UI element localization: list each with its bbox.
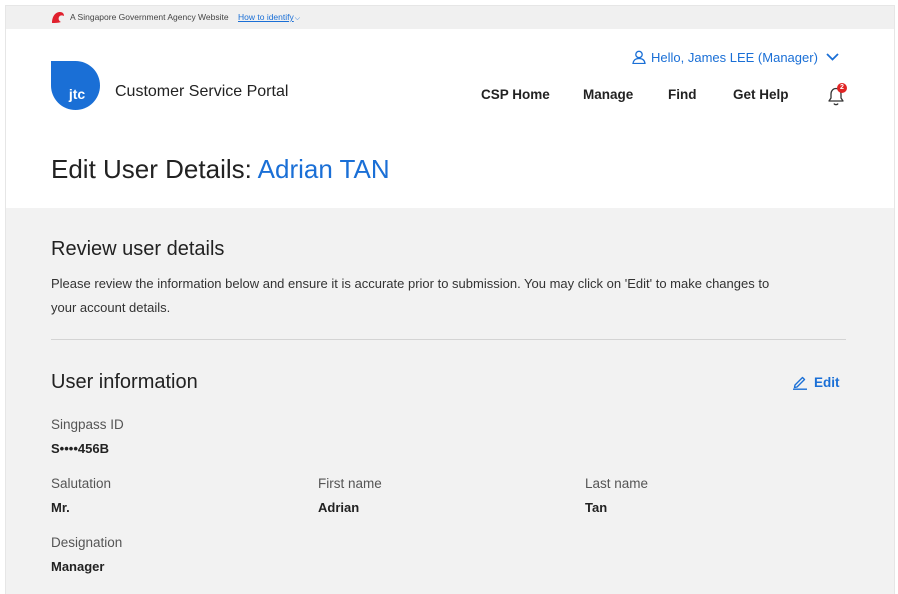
nav-find[interactable]: Find	[668, 87, 697, 102]
salutation-value: Mr.	[51, 500, 70, 515]
user-menu[interactable]: Hello, James LEE (Manager)	[632, 48, 844, 66]
chevron-down-icon: ⌵	[294, 15, 301, 22]
review-content: Review user details Please review the in…	[6, 208, 894, 594]
logo-text: jtc	[68, 86, 86, 102]
section-divider	[51, 339, 846, 340]
page-title-user-name: Adrian TAN	[257, 154, 390, 184]
how-to-identify-label: How to identify	[238, 12, 294, 22]
nav-get-help[interactable]: Get Help	[733, 87, 789, 102]
first-name-label: First name	[318, 476, 382, 491]
designation-value: Manager	[51, 559, 105, 574]
browser-frame: A Singapore Government Agency Website Ho…	[5, 5, 895, 594]
review-section-title: Review user details	[51, 238, 225, 260]
singpass-id-value: S••••456B	[51, 441, 109, 456]
page-title: Edit User Details: Adrian TAN	[51, 154, 390, 185]
pencil-icon	[793, 376, 807, 390]
first-name-value: Adrian	[318, 500, 360, 515]
portal-name: Customer Service Portal	[115, 83, 289, 100]
singpass-id-label: Singpass ID	[51, 417, 124, 432]
singapore-lion-icon	[52, 12, 64, 23]
user-greeting: Hello, James LEE (Manager)	[651, 49, 818, 65]
nav-manage[interactable]: Manage	[583, 87, 633, 102]
gov-agency-text: A Singapore Government Agency Website	[70, 12, 229, 22]
chevron-down-icon	[826, 53, 839, 61]
last-name-value: Tan	[585, 500, 608, 515]
edit-label: Edit	[814, 374, 840, 390]
nav-csp-home[interactable]: CSP Home	[481, 87, 550, 102]
notification-badge: 2	[837, 83, 847, 93]
user-icon	[632, 50, 646, 64]
designation-label: Designation	[51, 535, 123, 550]
edit-button[interactable]: Edit	[792, 374, 840, 390]
how-to-identify-link[interactable]: How to identify⌵	[238, 12, 300, 23]
user-information-title: User information	[51, 371, 198, 393]
last-name-label: Last name	[585, 476, 649, 491]
gov-masthead: A Singapore Government Agency Website Ho…	[6, 6, 894, 29]
page-title-prefix: Edit User Details:	[51, 154, 252, 184]
review-description: Please review the information below and …	[51, 276, 770, 315]
jtc-logo[interactable]: jtc	[51, 61, 100, 110]
salutation-label: Salutation	[51, 476, 112, 491]
